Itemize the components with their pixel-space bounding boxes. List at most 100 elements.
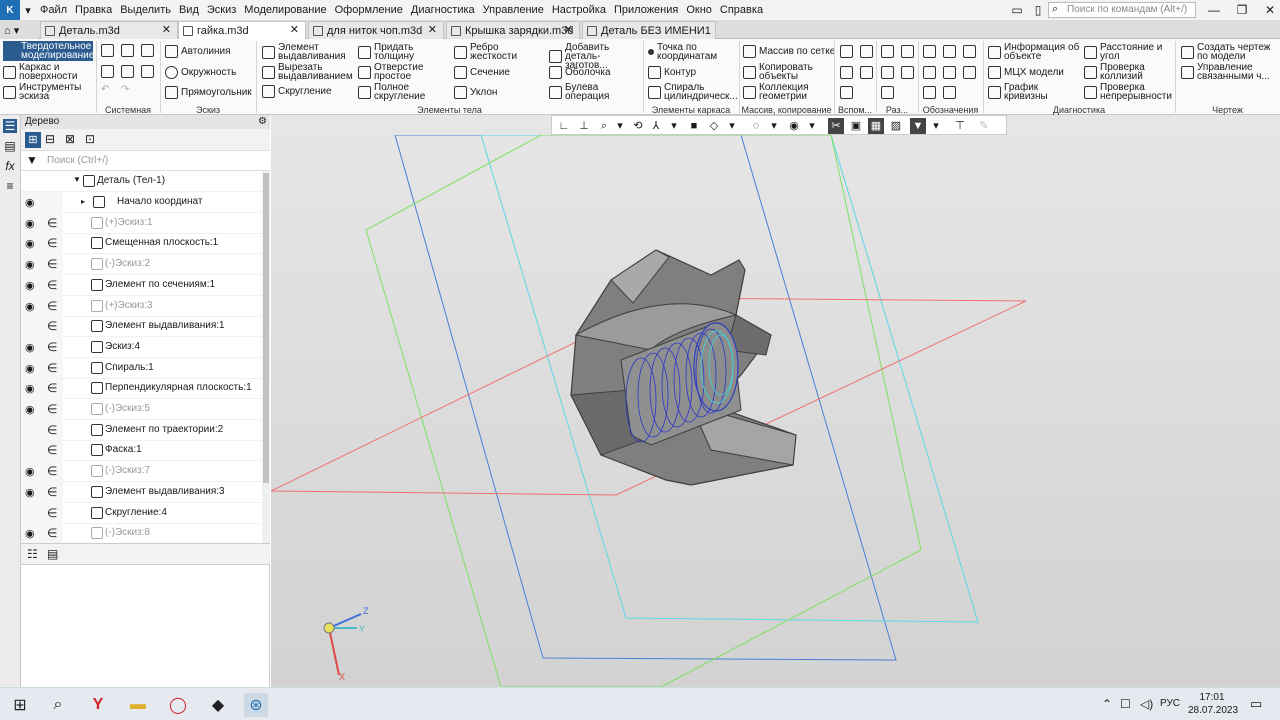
aux-line-icon[interactable] [840, 66, 856, 79]
volume-icon[interactable]: ◁) [1140, 697, 1153, 711]
include-icon[interactable]: ∈ [47, 319, 57, 333]
point-coords-button[interactable]: Точка по координатам [648, 43, 736, 62]
draft-button[interactable]: Уклон [454, 86, 497, 99]
aux-axis-icon[interactable] [840, 45, 856, 58]
wireframe-view-icon[interactable]: ◇ [706, 118, 722, 134]
mass-props-button[interactable]: МЦХ модели [988, 66, 1064, 79]
fillet-button[interactable]: Скругление [262, 85, 332, 98]
layers-view-icon[interactable]: ▨ [888, 118, 904, 134]
rib-button[interactable]: Ребро жесткости [454, 43, 517, 62]
thicken-button[interactable]: Придать толщину [358, 43, 428, 62]
command-search-input[interactable]: Поиск по командам (Alt+/) [1048, 2, 1196, 18]
tree-item[interactable]: ◉ ∈ (+)Эскиз:3 [21, 295, 262, 317]
model-viewport[interactable]: ∟ ⊥ ⌕ ▾ ⟲ ⅄ ▾ ■ ◇ ▾ ◌ ▾ ◉ ▾ ✂ ▣ ▦ ▨ ▼ ▾ … [271, 115, 1280, 687]
menu-select[interactable]: Выделить [116, 0, 175, 20]
tree-item[interactable]: ◉ ∈ (-)Эскиз:2 [21, 254, 262, 276]
linked-drawings-button[interactable]: Управление связанными ч... [1181, 63, 1277, 82]
eye-icon[interactable]: ◉ [25, 196, 35, 209]
eye-icon[interactable]: ◉ [25, 527, 35, 540]
eye-icon[interactable]: ◉ [25, 486, 35, 499]
eye-icon[interactable]: ◉ [25, 258, 35, 271]
dimension-angle-icon[interactable] [901, 45, 917, 58]
tree-item[interactable]: ◉ ∈ Эскиз:4 [21, 336, 262, 358]
include-icon[interactable]: ∈ [47, 299, 57, 313]
tree-root-row[interactable]: ▼ Деталь (Тел-1) [21, 171, 262, 192]
expand-icon[interactable]: ▸ [81, 197, 85, 206]
tree-item[interactable]: ∈ Фаска:1 [21, 440, 262, 462]
section-view-icon[interactable]: ✂ [828, 118, 844, 134]
undo-icon[interactable]: ↶ [101, 85, 109, 95]
chevron-down-icon[interactable]: ▾ [20, 4, 36, 17]
close-icon[interactable]: ✕ [1256, 0, 1280, 20]
visibility-icon[interactable]: ◉ [786, 118, 802, 134]
grid-array-button[interactable]: Массив по сетке [743, 45, 835, 58]
eye-icon[interactable]: ◉ [25, 362, 35, 375]
menu-window[interactable]: Окно [682, 0, 716, 20]
autoline-button[interactable]: Автолиния [165, 45, 231, 58]
properties-icon[interactable]: ▤ [3, 139, 17, 153]
gear-icon[interactable]: ⚙ [258, 115, 267, 129]
mode-sketch-tools[interactable]: Инструменты эскиза [3, 83, 95, 102]
include-icon[interactable]: ∈ [47, 236, 57, 250]
tree-item[interactable]: ◉ ∈ Элемент выдавливания:3 [21, 481, 262, 503]
redo-icon[interactable]: ↷ [121, 85, 129, 95]
filter-icon[interactable]: ▼ [26, 153, 38, 167]
tree-item[interactable]: ◉ ∈ Перпендикулярная плоскость:1 [21, 378, 262, 400]
opera-icon[interactable]: ◯ [166, 693, 190, 717]
close-tab-icon[interactable]: ✕ [428, 23, 437, 36]
aux-plane-icon[interactable] [860, 45, 876, 58]
menu-help[interactable]: Справка [716, 0, 767, 20]
tab-threads[interactable]: для ниток чоп.m3d ✕ [308, 21, 444, 39]
mode-frame-surfaces[interactable]: Каркас и поверхности [3, 63, 95, 82]
app-diamond-icon[interactable]: ◆ [206, 693, 230, 717]
measure-icon[interactable]: ⊤ [952, 118, 968, 134]
tree-item[interactable]: ∈ Элемент выдавливания:1 [21, 316, 262, 338]
open-folder-icon[interactable] [121, 44, 137, 57]
windows-start-icon[interactable]: ⊞ [8, 693, 32, 717]
chevron-down-icon[interactable]: ▾ [804, 118, 820, 134]
close-tab-icon[interactable]: ✕ [162, 23, 171, 36]
create-drawing-button[interactable]: Создать чертеж по модели [1181, 43, 1277, 62]
tree-item[interactable]: ∈ Скругление:4 [21, 502, 262, 524]
tree-item[interactable]: ◉ ∈ Смещенная плоскость:1 [21, 233, 262, 255]
menu-diagnostics[interactable]: Диагностика [407, 0, 479, 20]
tree-item[interactable]: ◉ ∈ Спираль:1 [21, 357, 262, 379]
helix-button[interactable]: Спираль цилиндрическ... [648, 83, 738, 102]
aux-point-icon[interactable] [860, 66, 876, 79]
tree-item[interactable]: ◉ ∈ Элемент по сечениям:1 [21, 274, 262, 296]
axes-icon[interactable]: ⅄ [648, 118, 664, 134]
mode-solid-modeling[interactable]: Твердотельное моделирование [3, 41, 94, 61]
menu-edit[interactable]: Правка [71, 0, 116, 20]
extrude-button[interactable]: Элемент выдавливания [262, 43, 354, 62]
tree-list-icon[interactable]: ▤ [47, 547, 58, 561]
yandex-browser-icon[interactable]: Y [86, 693, 110, 717]
app-logo-icon[interactable]: K [0, 0, 20, 20]
dimension-radius-icon[interactable] [881, 66, 897, 79]
pen-icon[interactable]: ✎ [976, 118, 992, 134]
dimension-diameter-icon[interactable] [901, 66, 917, 79]
snap-icon[interactable]: ▦ [868, 118, 884, 134]
eye-icon[interactable]: ◉ [25, 279, 35, 292]
new-file-icon[interactable] [101, 44, 117, 57]
close-tab-icon[interactable]: ✕ [290, 23, 299, 36]
tab-nut[interactable]: гайка.m3d ✕ [178, 21, 306, 39]
minimize-icon[interactable]: — [1200, 0, 1228, 20]
rotate-icon[interactable]: ⟲ [630, 118, 646, 134]
clip-icon[interactable]: ▣ [848, 118, 864, 134]
tab-unnamed[interactable]: Деталь БЕЗ ИМЕНИ1 [582, 21, 716, 39]
file-explorer-icon[interactable]: ▬ [126, 693, 150, 717]
dimension-linear-icon[interactable] [881, 86, 897, 99]
include-icon[interactable]: ∈ [47, 464, 57, 478]
boolean-button[interactable]: Булева операция [549, 83, 629, 102]
include-icon[interactable]: ∈ [47, 402, 57, 416]
text-icon[interactable] [943, 86, 959, 99]
eye-icon[interactable]: ◉ [25, 465, 35, 478]
designation-icon[interactable] [923, 45, 939, 58]
chevron-down-icon[interactable]: ▾ [666, 118, 682, 134]
tree-panel-icon[interactable]: ☰ [3, 119, 17, 133]
include-icon[interactable]: ∈ [47, 506, 57, 520]
copy-icon[interactable] [121, 65, 137, 78]
include-icon[interactable]: ∈ [47, 443, 57, 457]
notifications-icon[interactable]: ▭ [1250, 696, 1262, 712]
menu-view[interactable]: Вид [175, 0, 203, 20]
